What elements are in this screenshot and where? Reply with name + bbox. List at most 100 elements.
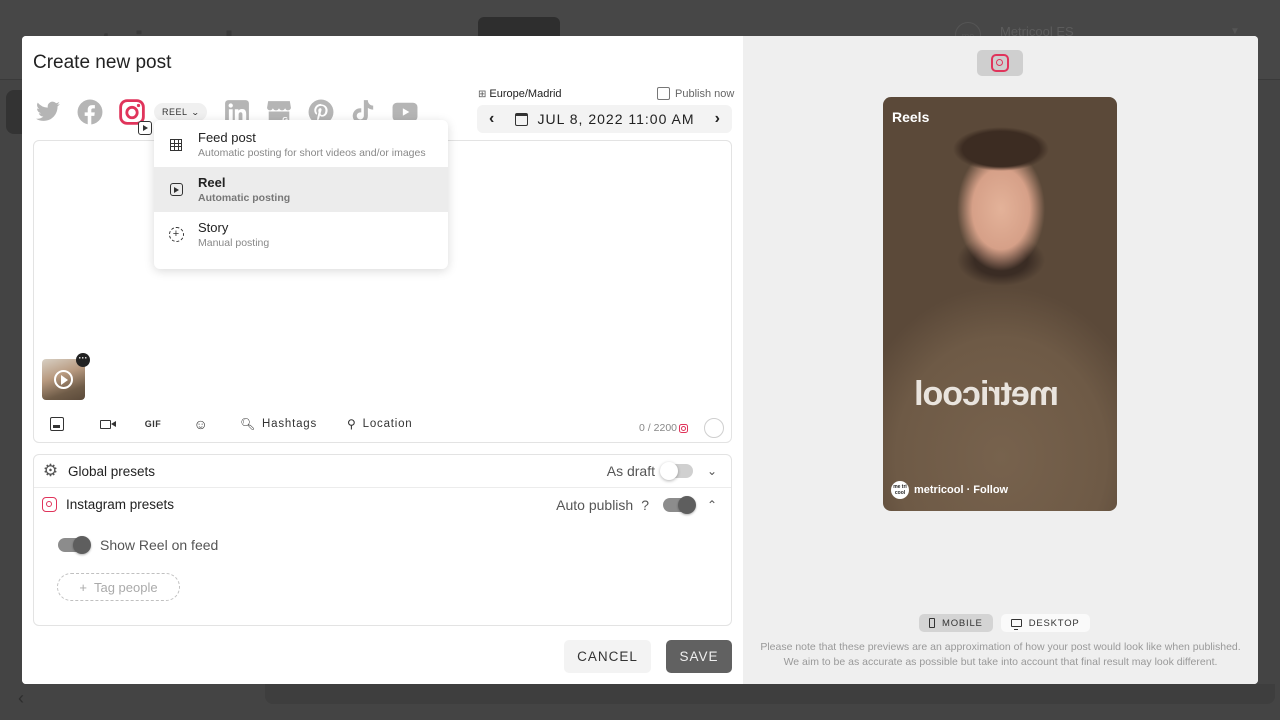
preview-view-switch: MOBILE DESKTOP <box>919 614 1090 632</box>
hashtags-label: Hashtags <box>262 418 318 430</box>
global-presets-row[interactable]: ⚙ Global presets As draft ⌄ <box>34 455 731 488</box>
global-presets-label: Global presets <box>68 463 156 479</box>
location-pin-icon: ⚲ <box>347 417 357 431</box>
publish-now-label: Publish now <box>675 87 735 100</box>
show-reel-on-feed: Show Reel on feed <box>58 536 219 554</box>
preview-disclaimer: Please note that these previews are an a… <box>743 640 1258 670</box>
timezone[interactable]: ⊞ Europe/Madrid <box>478 88 562 100</box>
modal-title: Create new post <box>33 52 172 73</box>
play-icon <box>54 370 73 389</box>
media-options-button[interactable]: ··· <box>76 353 90 367</box>
option-description: Automatic posting for short videos and/o… <box>198 147 426 159</box>
network-instagram[interactable] <box>118 98 152 135</box>
search-icon: 🔍︎ <box>240 417 257 431</box>
editor-toolbar: GIF ☺ 🔍︎ Hashtags ⚲ Location <box>48 413 443 435</box>
network-facebook[interactable] <box>76 98 104 126</box>
as-draft-toggle[interactable] <box>660 462 693 480</box>
instagram-icon <box>42 497 57 512</box>
date-value: JUL 8, 2022 11:00 AM <box>537 111 695 127</box>
chevron-down-icon: ⌄ <box>190 107 200 117</box>
save-button[interactable]: SAVE <box>666 640 732 673</box>
preview-panel: Reels metricool me tri cool metricool · … <box>743 36 1258 684</box>
date-display[interactable]: JUL 8, 2022 11:00 AM <box>514 111 695 127</box>
tag-people-button[interactable]: + Tag people <box>57 573 180 601</box>
post-type-option-feed[interactable]: Feed post Automatic posting for short vi… <box>154 122 448 167</box>
location-label: Location <box>362 418 413 430</box>
expand-chevron-down-icon[interactable]: ⌄ <box>703 464 721 478</box>
desktop-label: DESKTOP <box>1028 617 1080 629</box>
prev-date-button[interactable]: ‹ <box>489 110 494 128</box>
post-type-option-reel[interactable]: Reel Automatic posting <box>154 167 448 212</box>
auto-publish-toggle[interactable] <box>663 495 696 514</box>
location-button[interactable]: ⚲ Location <box>347 417 412 431</box>
reel-preview: Reels metricool me tri cool metricool · … <box>883 97 1117 511</box>
timezone-label: Europe/Madrid <box>489 88 562 100</box>
date-picker: ‹ JUL 8, 2022 11:00 AM › <box>477 105 732 133</box>
calendar-icon <box>514 112 528 126</box>
preview-network-tab[interactable] <box>977 50 1023 76</box>
disclaimer-line-2: We aim to be as accurate as possible but… <box>783 656 1218 668</box>
as-draft-label: As draft <box>606 463 655 479</box>
desktop-view-button[interactable]: DESKTOP <box>1000 614 1090 632</box>
post-type-option-story[interactable]: + Story Manual posting <box>154 212 448 257</box>
post-type-value: REEL <box>162 107 188 117</box>
reel-badge-icon <box>138 121 152 135</box>
create-post-modal: Create new post REEL ⌄ G <box>22 36 1258 684</box>
add-video-button[interactable] <box>96 419 116 429</box>
auto-publish-label: Auto publish <box>556 496 634 513</box>
post-type-dropdown: Feed post Automatic posting for short vi… <box>154 120 448 269</box>
publish-now-checkbox[interactable] <box>657 87 670 100</box>
facebook-icon <box>77 99 103 125</box>
preview-account: me tri cool metricool · Follow <box>891 481 1008 499</box>
twitter-icon <box>36 101 60 121</box>
character-counter: 0 / 2200 <box>639 422 688 434</box>
disclaimer-line-1: Please note that these previews are an a… <box>760 641 1241 653</box>
editor-panel: Create new post REEL ⌄ G <box>22 36 743 684</box>
show-reel-toggle[interactable] <box>58 536 91 554</box>
option-description: Automatic posting <box>198 192 291 204</box>
emoji-button[interactable]: ☺ <box>192 416 210 432</box>
hashtags-button[interactable]: 🔍︎ Hashtags <box>240 417 317 431</box>
publish-now[interactable]: Publish now <box>657 87 734 100</box>
option-description: Manual posting <box>198 237 270 249</box>
add-gif-button[interactable]: GIF <box>144 419 162 429</box>
option-title: Reel <box>198 175 226 190</box>
mobile-view-button[interactable]: MOBILE <box>919 614 993 632</box>
counter-value: 0 / 2200 <box>639 422 677 434</box>
collapse-chevron-up-icon[interactable]: ⌃ <box>703 498 721 512</box>
story-icon: + <box>168 227 184 242</box>
image-icon <box>50 417 64 431</box>
presets-panel: ⚙ Global presets As draft ⌄ Instagram pr… <box>33 454 732 626</box>
character-progress-ring <box>704 418 724 438</box>
show-reel-label: Show Reel on feed <box>100 537 219 553</box>
cancel-button[interactable]: CANCEL <box>564 640 651 673</box>
emoji-icon: ☺ <box>193 416 209 432</box>
add-image-button[interactable] <box>48 417 66 431</box>
gear-icon: ⚙ <box>42 461 59 480</box>
plus-icon: + <box>79 579 87 595</box>
account-avatar: me tri cool <box>891 481 909 499</box>
reel-icon <box>169 183 183 196</box>
next-date-button[interactable]: › <box>715 110 720 128</box>
instagram-mini-icon <box>679 423 688 433</box>
tag-people-label: Tag people <box>93 579 158 595</box>
network-twitter[interactable] <box>34 98 62 126</box>
video-frame-text: metricool <box>915 375 1060 413</box>
account-follow-label: metricool · Follow <box>914 484 1009 496</box>
option-title: Story <box>198 220 229 235</box>
mobile-icon <box>929 618 935 628</box>
instagram-presets-row[interactable]: Instagram presets Auto publish ? ⌃ <box>34 488 731 521</box>
help-icon[interactable]: ? <box>641 497 649 513</box>
back-chevron-icon: ‹ <box>18 688 24 708</box>
post-type-selector[interactable]: REEL ⌄ <box>154 103 207 121</box>
background-card <box>265 684 1275 704</box>
mobile-label: MOBILE <box>942 617 983 629</box>
grid-icon <box>170 138 182 151</box>
video-icon <box>99 419 116 429</box>
reels-label: Reels <box>892 109 930 125</box>
map-icon: ⊞ <box>478 88 487 100</box>
instagram-presets-label: Instagram presets <box>66 497 175 512</box>
option-title: Feed post <box>198 130 256 145</box>
instagram-icon <box>991 54 1009 72</box>
desktop-icon <box>1010 619 1022 630</box>
